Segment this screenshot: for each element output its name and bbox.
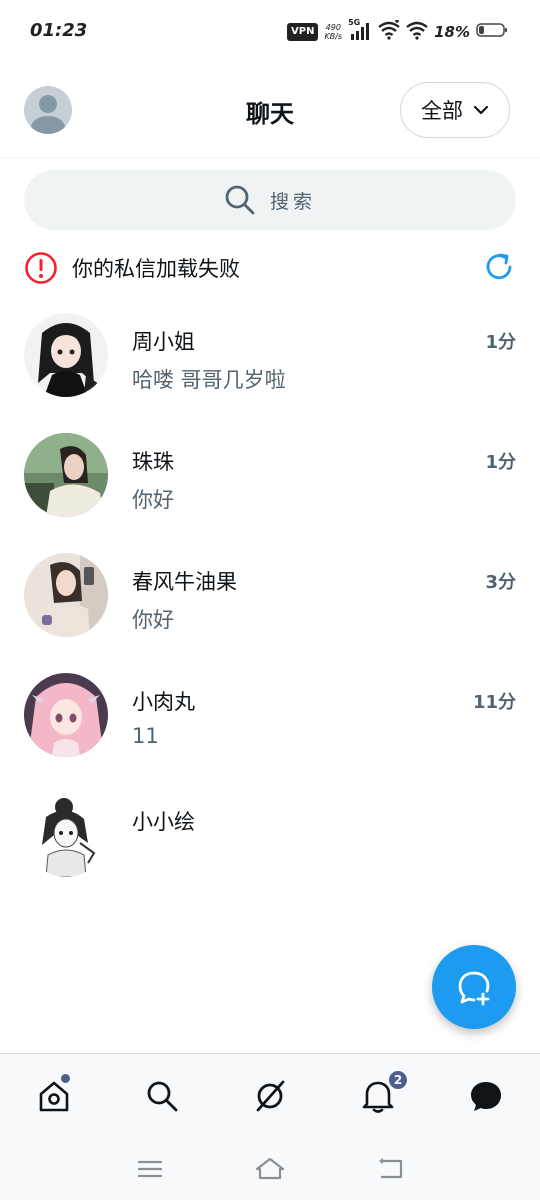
bottom-nav: 2 — [0, 1053, 540, 1137]
error-alert-icon — [25, 252, 57, 284]
chat-list: 周小姐 哈喽 哥哥几岁啦 1分 珠珠 你好 1分 春风牛油果 你好 3分 小肉丸… — [0, 300, 540, 900]
nav-search[interactable] — [142, 1076, 182, 1116]
slash-circle-icon — [256, 1080, 285, 1112]
chat-name: 周小姐 — [132, 330, 195, 354]
back-system-button[interactable] — [374, 1155, 406, 1183]
chat-bubble-icon — [471, 1082, 501, 1111]
home-indicator-dot — [61, 1074, 70, 1083]
network-speed-unit: KB/s — [324, 32, 343, 41]
nav-notifications[interactable]: 2 — [358, 1070, 408, 1116]
chat-last-message: 你好 — [132, 488, 174, 512]
chat-item[interactable]: 周小姐 哈喽 哥哥几岁啦 1分 — [0, 300, 540, 420]
home-system-button[interactable] — [254, 1155, 286, 1183]
error-message: 你的私信加载失败 — [72, 257, 240, 281]
back-arrow-icon — [379, 1158, 403, 1179]
chat-time: 1分 — [485, 332, 516, 353]
network-speed: 490 KB/s — [324, 23, 342, 41]
status-time: 01:23 — [30, 20, 88, 41]
filter-label: 全部 — [421, 99, 463, 123]
wifi-icon — [406, 20, 428, 44]
chat-item[interactable]: 春风牛油果 你好 3分 — [0, 540, 540, 660]
battery-icon — [476, 22, 508, 42]
network-speed-value: 490 — [325, 23, 341, 32]
nav-home[interactable] — [34, 1074, 74, 1116]
home-icon — [39, 1081, 69, 1112]
chevron-down-icon — [473, 105, 489, 115]
status-icons: VPN 490 KB/s 5G 18% — [287, 18, 508, 44]
nav-messages[interactable] — [466, 1076, 506, 1116]
chat-avatar — [24, 433, 108, 517]
chat-item[interactable]: 小肉丸 11 11分 — [0, 660, 540, 780]
signal-type: 5G — [348, 18, 361, 27]
new-message-button[interactable] — [432, 945, 516, 1029]
chat-name: 小小绘 — [132, 810, 195, 834]
chat-name: 春风牛油果 — [132, 570, 237, 594]
chat-time: 1分 — [485, 452, 516, 473]
chat-time: 11分 — [472, 692, 516, 713]
chat-time: 3分 — [485, 572, 516, 593]
chat-name: 珠珠 — [132, 450, 174, 474]
search-icon — [225, 185, 255, 215]
wifi-call-icon — [378, 19, 400, 44]
app-header: 聊天 全部 — [0, 64, 540, 158]
notifications-badge: 2 — [388, 1070, 408, 1090]
nav-explore[interactable] — [250, 1076, 290, 1116]
home-outline-icon — [255, 1157, 285, 1180]
chat-item[interactable]: 珠珠 你好 1分 — [0, 420, 540, 540]
recent-apps-button[interactable] — [134, 1155, 166, 1183]
search-icon — [147, 1081, 178, 1112]
chat-last-message: 哈喽 哥哥几岁啦 — [132, 368, 286, 392]
vpn-badge: VPN — [287, 23, 319, 41]
chat-avatar — [24, 553, 108, 637]
chat-avatar — [24, 313, 108, 397]
cell-signal-icon: 5G — [348, 18, 372, 42]
refresh-icon[interactable] — [482, 250, 516, 288]
chat-avatar — [24, 673, 108, 757]
chat-avatar — [24, 793, 108, 877]
filter-dropdown-button[interactable]: 全部 — [400, 82, 510, 138]
chat-last-message: 11 — [132, 724, 159, 748]
battery-percentage: 18% — [434, 23, 470, 41]
status-bar: 01:23 VPN 490 KB/s 5G 18% — [0, 0, 540, 64]
chat-last-message: 你好 — [132, 608, 174, 632]
chat-item[interactable]: 小小绘 — [0, 780, 540, 900]
search-placeholder: 搜索 — [269, 190, 316, 213]
error-banner: 你的私信加载失败 — [24, 248, 516, 288]
system-nav-bar — [0, 1137, 540, 1200]
search-input[interactable]: 搜索 — [24, 170, 516, 230]
chat-name: 小肉丸 — [132, 690, 195, 714]
new-chat-icon — [458, 971, 490, 1006]
menu-lines-icon — [138, 1160, 162, 1178]
